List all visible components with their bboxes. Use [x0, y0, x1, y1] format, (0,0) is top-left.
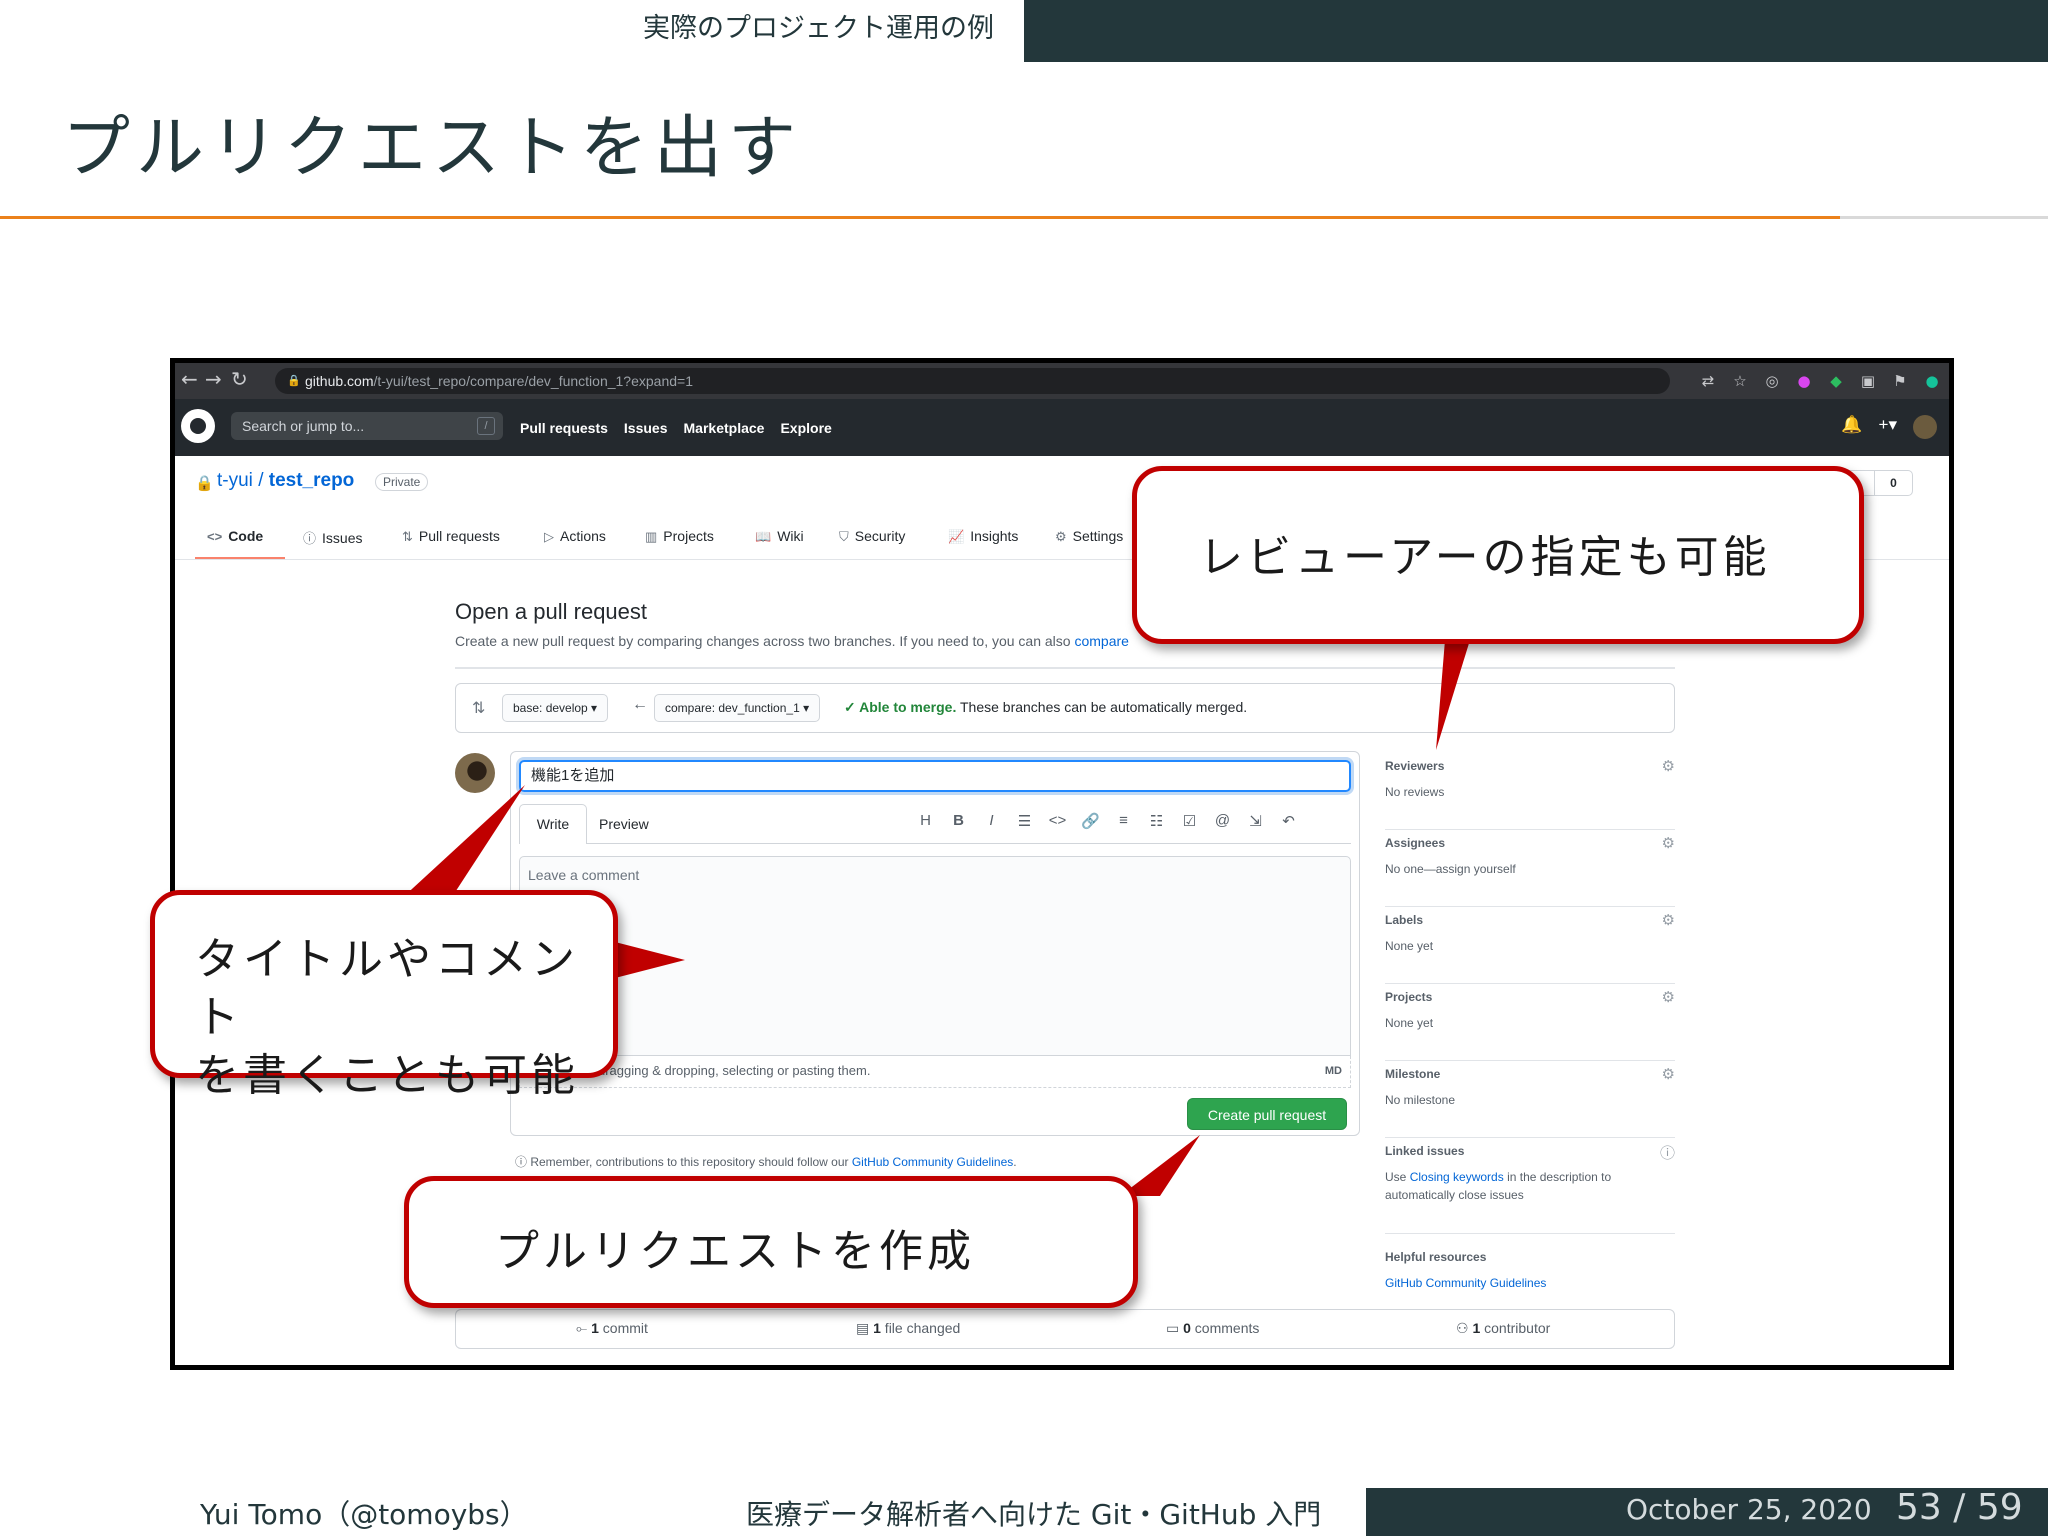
reviewer-tail [1436, 640, 1470, 750]
title-tail [400, 785, 525, 900]
callout-reviewer: レビューアーの指定も可能 [1132, 466, 1864, 644]
create-tail [1120, 1135, 1200, 1196]
comment-tail [615, 942, 685, 978]
callout-title-line1: タイトルやコメント [195, 934, 579, 1043]
callout-title-line2: を書くことも可能 [195, 1050, 579, 1101]
callout-create-text: プルリクエストを作成 [495, 1226, 975, 1277]
callout-reviewer-text: レビューアーの指定も可能 [1199, 532, 1771, 583]
callout-create: プルリクエストを作成 [404, 1176, 1138, 1308]
callout-title-comment: タイトルやコメント を書くことも可能 [150, 890, 618, 1101]
